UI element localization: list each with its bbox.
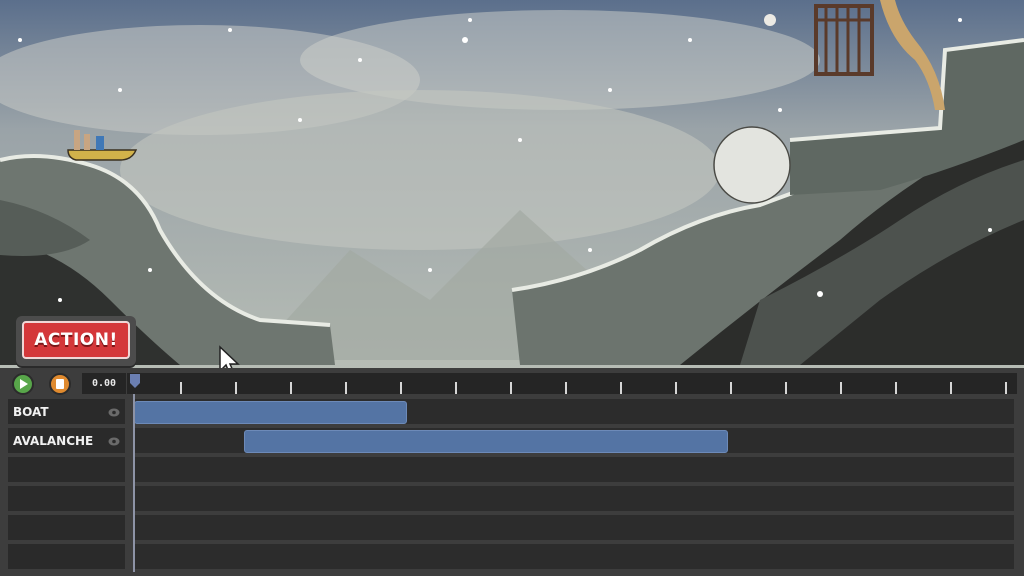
eye-icon[interactable] [108,408,120,417]
action-button-label: ACTION! [22,321,130,359]
ruler-tick [455,382,457,394]
track-label[interactable] [8,457,125,484]
track-row: AVALANCHE [8,428,1014,455]
track-name: BOAT [13,405,49,419]
ruler-tick [730,382,732,394]
stop-button[interactable] [49,373,71,395]
ruler-tick [785,382,787,394]
track-row [8,544,1014,571]
track-lane[interactable] [134,544,1014,571]
action-button[interactable]: ACTION! [16,316,136,366]
ruler-tick [290,382,292,394]
track-row [8,457,1014,484]
ruler-tick [180,382,182,394]
track-label[interactable] [8,544,125,571]
track-label[interactable]: AVALANCHE [8,428,125,455]
track-lane[interactable] [134,428,1014,455]
track-name: AVALANCHE [13,434,94,448]
ruler-tick [235,382,237,394]
playhead-line [133,394,135,572]
track-lane[interactable] [134,399,1014,426]
boat-clip[interactable] [134,401,407,424]
track-row: BOAT [8,399,1014,426]
ruler-tick [510,382,512,394]
play-button[interactable] [12,373,34,395]
ruler-tick [345,382,347,394]
track-lane[interactable] [134,457,1014,484]
stop-icon [56,379,64,389]
time-readout: 0.00 [82,373,126,394]
game-scene [0,0,1024,370]
ruler-tick [620,382,622,394]
play-icon [20,379,28,389]
track-lane[interactable] [134,486,1014,513]
track-label[interactable]: BOAT [8,399,125,426]
ruler-tick [840,382,842,394]
track-label[interactable] [8,486,125,513]
ruler-tick [400,382,402,394]
track-list: BOAT AVALANCHE [8,399,1014,571]
ruler-tick [1005,382,1007,394]
ruler-tick [895,382,897,394]
track-row [8,515,1014,542]
ruler-tick [675,382,677,394]
avalanche-clip[interactable] [244,430,728,453]
track-label[interactable] [8,515,125,542]
ruler-tick [950,382,952,394]
eye-icon[interactable] [108,437,120,446]
track-row [8,486,1014,513]
ruler-tick [565,382,567,394]
playhead-marker-icon[interactable] [130,374,140,388]
track-lane[interactable] [134,515,1014,542]
timeline-ruler[interactable] [127,373,1017,394]
